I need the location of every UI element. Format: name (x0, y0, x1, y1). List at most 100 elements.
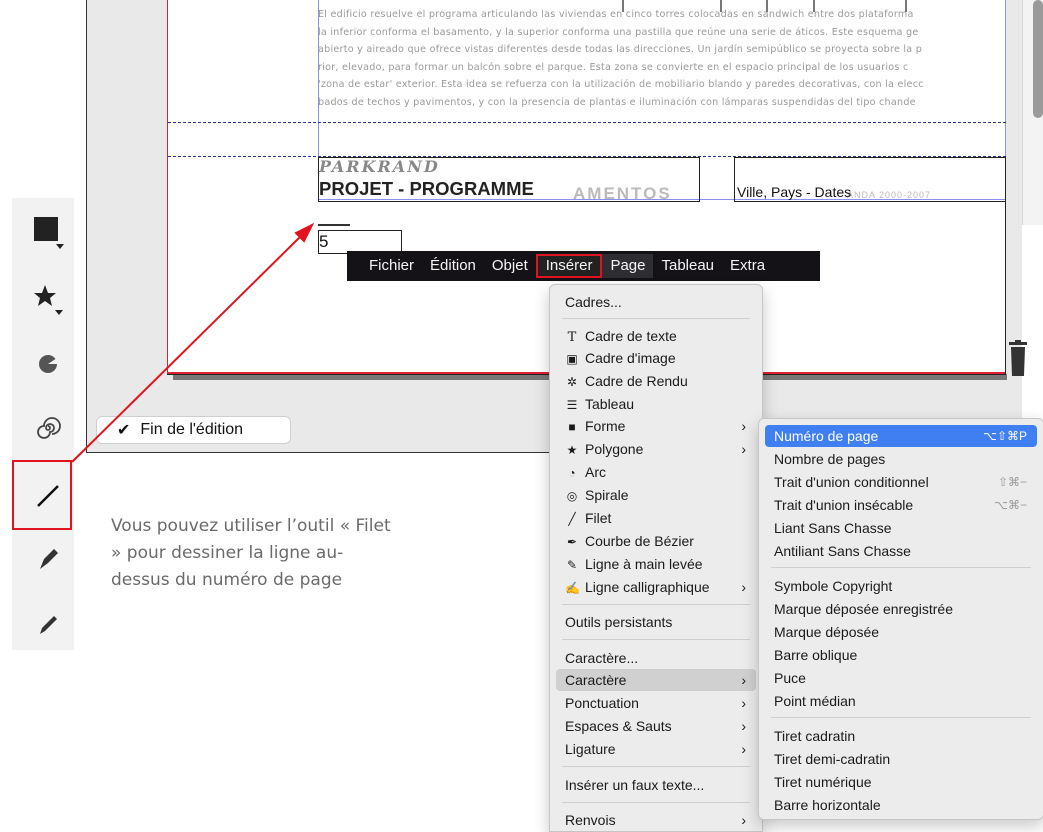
menu-item-shape[interactable]: ■ Forme › (556, 415, 756, 437)
menu-item-character[interactable]: Caractère › (556, 669, 756, 691)
menu-item-polygon[interactable]: ★ Polygone › (556, 438, 756, 460)
menu-item-label: Nombre de pages (774, 451, 886, 467)
menu-item-solidus[interactable]: Barre oblique (765, 644, 1037, 666)
menu-item-label: Ligature (565, 741, 616, 757)
menu-separator (562, 604, 750, 605)
star-icon: ★ (566, 443, 578, 457)
menu-item-label: Tiret numérique (774, 774, 872, 790)
menu-page[interactable]: Page (602, 254, 654, 278)
menu-item-label: Tiret cadratin (774, 728, 856, 744)
menu-item-character-dialog[interactable]: Caractère... (556, 647, 756, 669)
menu-item-spiral[interactable]: ◎ Spirale (556, 484, 756, 506)
menu-item-label: Numéro de page (774, 428, 879, 444)
image-frame-icon: ▣ (566, 352, 578, 366)
shortcut-label: ⌥⇧⌘P (983, 429, 1027, 443)
menu-item-persistent-tools[interactable]: Outils persistants (556, 611, 756, 633)
menu-separator (562, 318, 750, 319)
calligraphic-icon: ✍ (565, 581, 580, 595)
menu-item-punctuation[interactable]: Ponctuation › (556, 692, 756, 714)
menu-inserer[interactable]: Insérer (535, 254, 603, 278)
text-frame-icon: T (567, 330, 577, 345)
menu-item-ligature[interactable]: Ligature › (556, 738, 756, 760)
menu-item-middle-dot[interactable]: Point médian (765, 690, 1037, 712)
shortcut-label: ⌥⌘− (994, 498, 1027, 512)
character-submenu: Numéro de page ⌥⇧⌘P Nombre de pages Trait… (758, 418, 1043, 820)
insert-menu: Cadres... T Cadre de texte ▣ Cadre d'image… (549, 284, 763, 832)
menu-item-lorem-ipsum[interactable]: Insérer un faux texte... (556, 774, 756, 796)
submenu-arrow-icon: › (741, 441, 746, 457)
menu-item-bullet[interactable]: Puce (765, 667, 1037, 689)
menu-item-label: Courbe de Bézier (585, 533, 694, 549)
menu-item-figure-dash[interactable]: Tiret numérique (765, 771, 1037, 793)
menu-item-label: Caractère (565, 672, 627, 688)
menu-item-label: Symbole Copyright (774, 578, 893, 594)
menu-item-label: Ponctuation (565, 695, 639, 711)
menu-item-label: Tableau (585, 396, 635, 412)
submenu-arrow-icon: › (741, 672, 746, 688)
menu-item-label: Ligne à main levée (585, 556, 703, 572)
menu-separator (771, 717, 1031, 718)
menu-item-nonbreaking-hyphen[interactable]: Trait d'union insécable ⌥⌘− (765, 494, 1037, 516)
menu-item-label: Cadres... (565, 294, 622, 310)
menu-separator (771, 567, 1031, 568)
menu-item-label: Caractère... (565, 650, 639, 666)
menu-objet[interactable]: Objet (484, 254, 536, 278)
menu-fichier[interactable]: Fichier (347, 254, 422, 278)
menu-item-label: Filet (585, 510, 612, 526)
menu-item-label: Outils persistants (565, 614, 673, 630)
menu-item-label: Trait d'union insécable (774, 497, 914, 513)
menu-tableau[interactable]: Tableau (653, 254, 722, 278)
menu-item-arc[interactable]: ◔ Arc (556, 461, 756, 483)
menu-edition[interactable]: Édition (422, 254, 484, 278)
menu-item-zwnj[interactable]: Antiliant Sans Chasse (765, 540, 1037, 562)
menu-extra[interactable]: Extra (722, 254, 773, 278)
menu-item-label: Marque déposée enregistrée (774, 601, 954, 617)
menu-item-render-frame[interactable]: ✲ Cadre de Rendu (556, 370, 756, 392)
menu-item-label: Liant Sans Chasse (774, 520, 892, 536)
table-icon: ☰ (566, 398, 578, 412)
submenu-arrow-icon: › (741, 741, 746, 757)
menu-item-calligraphic[interactable]: ✍ Ligne calligraphique › (556, 576, 756, 598)
menu-item-copyright[interactable]: Symbole Copyright (765, 575, 1037, 597)
menu-item-line[interactable]: ╱ Filet (556, 507, 756, 529)
menu-item-references[interactable]: Renvois › (556, 809, 756, 831)
menu-item-zwj[interactable]: Liant Sans Chasse (765, 517, 1037, 539)
menu-item-table[interactable]: ☰ Tableau (556, 393, 756, 415)
menu-item-spaces-breaks[interactable]: Espaces & Sauts › (556, 715, 756, 737)
menu-item-page-number[interactable]: Numéro de page ⌥⇧⌘P (765, 425, 1037, 447)
submenu-arrow-icon: › (741, 812, 746, 828)
submenu-arrow-icon: › (741, 418, 746, 434)
menu-item-freehand[interactable]: ✎ Ligne à main levée (556, 553, 756, 575)
menu-item-label: Spirale (585, 487, 629, 503)
menu-item-soft-hyphen[interactable]: Trait d'union conditionnel ⇧⌘− (765, 471, 1037, 493)
menu-item-label: Ligne calligraphique (585, 579, 710, 595)
menu-item-en-dash[interactable]: Tiret demi-cadratin (765, 748, 1037, 770)
submenu-arrow-icon: › (741, 695, 746, 711)
menu-item-horizontal-bar[interactable]: Barre horizontale (765, 794, 1037, 816)
menu-item-label: Polygone (585, 441, 644, 457)
menu-item-trademark[interactable]: Marque déposée (765, 621, 1037, 643)
line-icon: ╱ (568, 512, 576, 526)
shape-icon: ■ (568, 420, 576, 434)
menu-item-label: Cadre de Rendu (585, 373, 688, 389)
menu-item-page-count[interactable]: Nombre de pages (765, 448, 1037, 470)
menu-item-label: Barre horizontale (774, 797, 881, 813)
spiral-icon: ◎ (566, 489, 578, 503)
menu-item-label: Tiret demi-cadratin (774, 751, 891, 767)
menu-item-label: Cadre d'image (585, 350, 676, 366)
menu-item-registered[interactable]: Marque déposée enregistrée (765, 598, 1037, 620)
menu-item-bezier[interactable]: ✒ Courbe de Bézier (556, 530, 756, 552)
freehand-icon: ✎ (566, 558, 578, 572)
menu-item-image-frame[interactable]: ▣ Cadre d'image (556, 347, 756, 369)
menu-item-cadres[interactable]: Cadres... (556, 291, 756, 313)
menu-separator (562, 639, 750, 640)
menu-item-em-dash[interactable]: Tiret cadratin (765, 725, 1037, 747)
menu-item-label: Trait d'union conditionnel (774, 474, 929, 490)
menu-item-label: Forme (585, 418, 626, 434)
menu-item-label: Barre oblique (774, 647, 858, 663)
menu-item-label: Antiliant Sans Chasse (774, 543, 911, 559)
menu-item-text-frame[interactable]: T Cadre de texte (556, 325, 756, 347)
bezier-icon: ✒ (566, 535, 578, 549)
render-frame-icon: ✲ (566, 375, 578, 389)
shortcut-label: ⇧⌘− (997, 475, 1027, 489)
